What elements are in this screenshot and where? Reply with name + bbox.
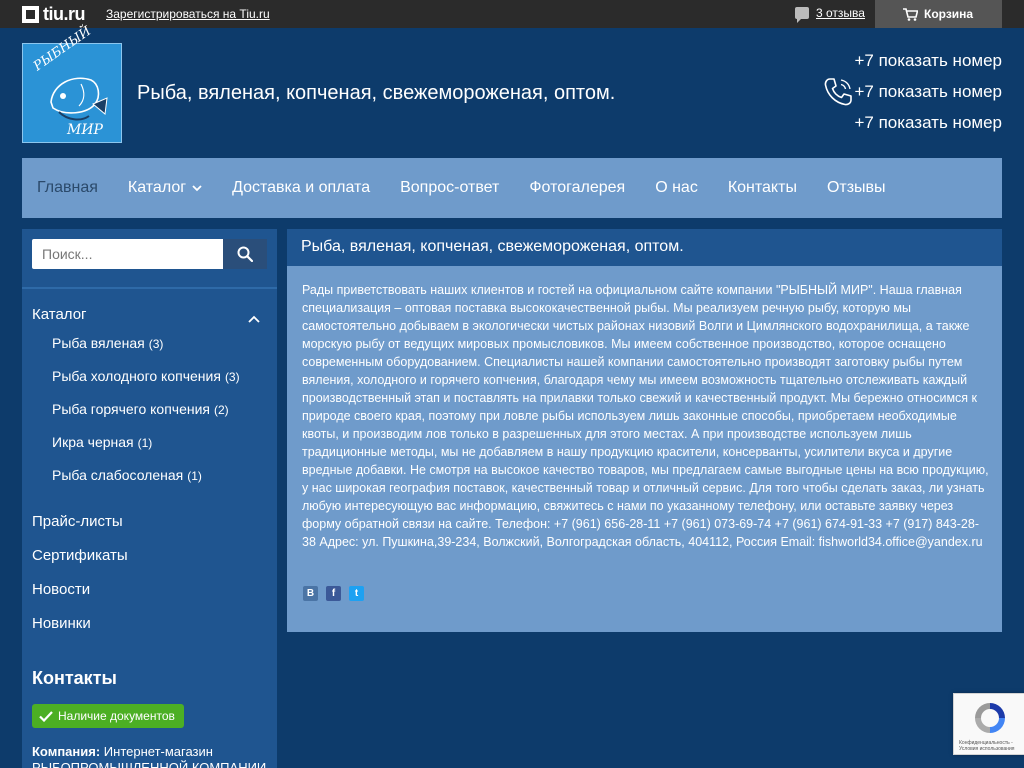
catalog-item-label: Рыба горячего копчения — [52, 401, 210, 417]
catalog-item[interactable]: Рыба слабосоленая (1) — [52, 467, 240, 500]
sidebar-item-news[interactable]: Новости — [32, 581, 128, 615]
sidebar-links: Прайс-листы Сертификаты Новости Новинки — [32, 513, 128, 649]
cart-icon — [903, 7, 918, 21]
catalog-item-label: Рыба холодного копчения — [52, 368, 221, 384]
phone-number-1[interactable]: +7 показать номер — [854, 51, 1002, 82]
search-form — [32, 239, 267, 269]
nav-item-contacts[interactable]: Контакты — [728, 179, 797, 197]
catalog-item-label: Рыба слабосоленая — [52, 467, 184, 483]
recaptcha-icon — [975, 703, 1005, 733]
sidebar: Каталог Рыба вяленая(3) Рыба холодного к… — [22, 229, 277, 768]
phone-number-3[interactable]: +7 показать номер — [854, 113, 1002, 144]
phone-number-2[interactable]: +7 показать номер — [854, 82, 1002, 113]
catalog-item-count: (1) — [137, 436, 153, 450]
register-link[interactable]: Зарегистрироваться на Tiu.ru — [106, 7, 270, 21]
tiu-logo-icon — [22, 6, 39, 23]
site-logo[interactable]: РЫБНЫЙ МИР — [22, 24, 122, 143]
vk-icon[interactable]: В — [303, 586, 318, 601]
reviews: 3 отзыва — [795, 6, 865, 23]
nav-item-gallery[interactable]: Фотогалерея — [529, 179, 625, 197]
sidebar-item-new-products[interactable]: Новинки — [32, 615, 128, 649]
nav-item-reviews[interactable]: Отзывы — [827, 179, 886, 197]
chevron-down-icon — [192, 184, 202, 191]
search-input[interactable] — [32, 239, 223, 269]
catalog-item-count: (3) — [224, 370, 240, 384]
cart-label: Корзина — [924, 7, 974, 21]
catalog-item[interactable]: Рыба горячего копчения (2) — [52, 401, 240, 434]
nav-item-catalog-label: Каталог — [127, 179, 187, 196]
site-title: Рыба, вяленая, копченая, свежемороженая,… — [137, 82, 616, 104]
sidebar-item-certificates[interactable]: Сертификаты — [32, 547, 128, 581]
phone-list: +7 показать номер +7 показать номер +7 п… — [854, 51, 1002, 144]
catalog-heading[interactable]: Каталог — [32, 306, 87, 323]
catalog-list: Рыба вяленая (3) Рыба холодного копчения(… — [52, 335, 240, 500]
checkmark-icon — [39, 710, 53, 722]
main-nav: Главная Каталог Доставка и оплата Вопрос… — [22, 158, 1002, 218]
tiu-logo-text: tiu.ru — [43, 4, 86, 24]
company-label: Компания: — [32, 744, 101, 759]
recaptcha-text[interactable]: Конфиденциальность - Условия использован… — [959, 740, 1023, 752]
contacts-heading: Контакты — [32, 668, 117, 688]
nav-item-faq[interactable]: Вопрос-ответ — [400, 179, 499, 197]
catalog-item-label: Икра черная — [52, 434, 134, 450]
reviews-bubble-icon — [795, 7, 809, 23]
facebook-icon[interactable]: f — [326, 586, 341, 601]
sidebar-item-price-lists[interactable]: Прайс-листы — [32, 513, 128, 547]
catalog-item-count: (2) — [214, 403, 229, 417]
nav-item-about[interactable]: О нас — [655, 179, 698, 197]
catalog-item[interactable]: Икра черная (1) — [52, 434, 240, 467]
search-icon — [237, 246, 253, 262]
chevron-up-icon[interactable] — [248, 315, 260, 323]
top-bar: tiu.ru Зарегистрироваться на Tiu.ru 3 от… — [0, 0, 1024, 28]
catalog-item-count: (1) — [187, 469, 202, 483]
page-title: Рыба, вяленая, копченая, свежемороженая,… — [287, 229, 1002, 266]
reviews-link[interactable]: 3 отзыва — [816, 6, 865, 20]
divider — [22, 287, 277, 289]
company-info: Компания: Интернет-магазин РЫБОПРОМЫШЛЕН… — [32, 744, 270, 768]
catalog-item[interactable]: Рыба холодного копчения (3) — [52, 368, 240, 401]
nav-item-catalog[interactable]: Каталог — [128, 179, 202, 197]
documents-badge[interactable]: Наличие документов — [32, 704, 184, 728]
search-button[interactable] — [223, 239, 267, 269]
catalog-item-count: (3) — [148, 337, 164, 351]
documents-badge-label: Наличие документов — [58, 709, 175, 723]
twitter-icon[interactable]: t — [349, 586, 364, 601]
nav-item-home[interactable]: Главная — [37, 179, 98, 197]
tiu-logo[interactable]: tiu.ru — [22, 4, 86, 25]
catalog-item-label: Рыба вяленая — [52, 335, 145, 351]
catalog-item[interactable]: Рыба вяленая (3) — [52, 335, 240, 368]
main-content: Рыба, вяленая, копченая, свежемороженая,… — [287, 229, 1002, 632]
cart-button[interactable]: Корзина — [875, 0, 1002, 28]
phone-icon — [824, 78, 852, 106]
page-body-text: Рады приветствовать наших клиентов и гос… — [302, 283, 989, 549]
recaptcha-badge[interactable]: Конфиденциальность - Условия использован… — [953, 693, 1024, 755]
logo-text-bottom: МИР — [67, 122, 103, 138]
nav-item-delivery[interactable]: Доставка и оплата — [232, 179, 370, 197]
social-share: В f t — [303, 586, 372, 601]
